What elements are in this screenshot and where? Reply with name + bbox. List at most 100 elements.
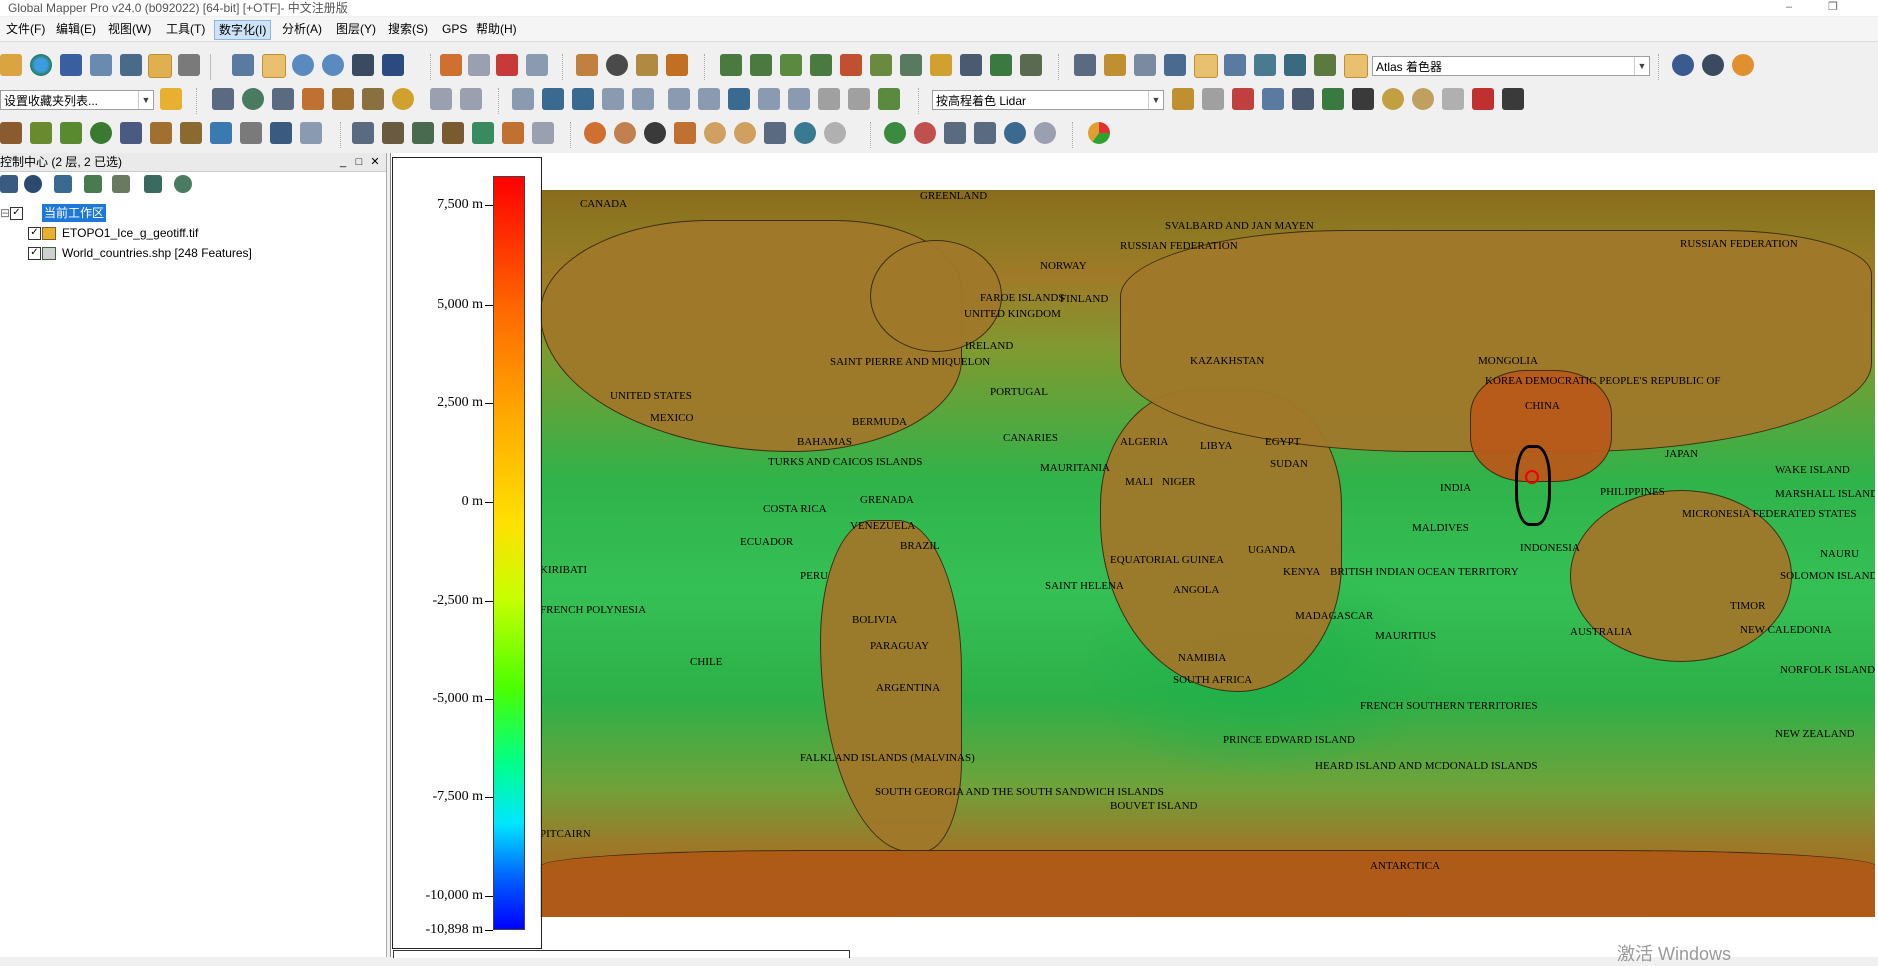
- contour-icon[interactable]: [810, 54, 832, 76]
- brush-icon[interactable]: [532, 122, 554, 144]
- minimize-button[interactable]: –: [1774, 0, 1804, 16]
- mountain-icon[interactable]: [1314, 54, 1336, 76]
- node-icon[interactable]: [572, 88, 594, 110]
- menu-view[interactable]: 视图(W): [104, 20, 155, 38]
- fast-icon[interactable]: [974, 122, 996, 144]
- toolbar-grip[interactable]: [430, 54, 437, 80]
- zoom-in-icon[interactable]: [292, 54, 314, 76]
- shader-toggle-icon[interactable]: [1194, 54, 1218, 78]
- globe-icon[interactable]: [30, 54, 52, 76]
- lidar-bug-icon[interactable]: [1502, 88, 1524, 110]
- target-icon[interactable]: [644, 122, 666, 144]
- moon-icon[interactable]: [1732, 54, 1754, 76]
- lidar-terrain-icon[interactable]: [1442, 88, 1464, 110]
- measure-line-icon[interactable]: [878, 88, 900, 110]
- rotate-icon[interactable]: [542, 88, 564, 110]
- search-icon[interactable]: [0, 175, 18, 193]
- attribute-table-icon[interactable]: [54, 175, 72, 193]
- tree-icon[interactable]: [90, 122, 112, 144]
- chart-icon[interactable]: [990, 54, 1012, 76]
- power-line-icon[interactable]: [180, 122, 202, 144]
- menu-file[interactable]: 文件(F): [2, 20, 49, 38]
- cut-icon[interactable]: [698, 88, 720, 110]
- panel-minimize-button[interactable]: _: [336, 153, 350, 171]
- feature-info-icon[interactable]: [636, 54, 658, 76]
- layer-stack-icon[interactable]: [900, 54, 922, 76]
- layer-options-icon[interactable]: [24, 175, 42, 193]
- info-icon[interactable]: [606, 54, 628, 76]
- gear-icon[interactable]: [1702, 54, 1724, 76]
- pie-chart-icon[interactable]: [1088, 122, 1110, 144]
- terrain-icon[interactable]: [720, 54, 742, 76]
- control-center-icon[interactable]: [148, 54, 172, 78]
- split-line-icon[interactable]: [668, 88, 690, 110]
- crop-icon[interactable]: [848, 88, 870, 110]
- lidar-color-icon[interactable]: [1382, 88, 1404, 110]
- pixel-icon[interactable]: [502, 122, 524, 144]
- digitize-shape-icon[interactable]: [392, 88, 414, 110]
- play-icon[interactable]: [884, 122, 906, 144]
- menu-tools[interactable]: 工具(T): [162, 20, 209, 38]
- digitize-line-icon[interactable]: [212, 88, 234, 110]
- point-cloud-icon[interactable]: [1202, 88, 1224, 110]
- restore-button[interactable]: ❐: [1818, 0, 1848, 16]
- lidar-search-icon[interactable]: [1262, 88, 1284, 110]
- 3d-view-icon[interactable]: [1164, 54, 1186, 76]
- close-layer-icon[interactable]: [174, 175, 192, 193]
- toolbar-grip[interactable]: [570, 122, 577, 148]
- key-icon[interactable]: [270, 122, 292, 144]
- atlas-shader-icon[interactable]: [1344, 54, 1368, 78]
- zoom-to-layer-icon[interactable]: [112, 175, 130, 193]
- panel-maximize-button[interactable]: □: [352, 153, 366, 171]
- track-icon[interactable]: [764, 122, 786, 144]
- toolbar-grip[interactable]: [1072, 122, 1079, 148]
- save-icon[interactable]: [60, 54, 82, 76]
- road-icon[interactable]: [240, 122, 262, 144]
- point-edit-icon[interactable]: [352, 122, 374, 144]
- overview-icon[interactable]: [178, 54, 200, 76]
- move-icon[interactable]: [512, 88, 534, 110]
- edit-icon[interactable]: [526, 54, 548, 76]
- join-icon[interactable]: [728, 88, 750, 110]
- layer-checkbox[interactable]: ✓: [28, 247, 41, 260]
- offset-icon[interactable]: [788, 88, 810, 110]
- toolbar-grip[interactable]: [1658, 54, 1665, 80]
- toolbar-grip[interactable]: [562, 54, 569, 80]
- menu-edit[interactable]: 编辑(E): [52, 20, 100, 38]
- add-track-icon[interactable]: [1004, 122, 1026, 144]
- building-icon[interactable]: [120, 122, 142, 144]
- location-icon[interactable]: [824, 122, 846, 144]
- tree-extract-icon[interactable]: [442, 122, 464, 144]
- zoom-tool-icon[interactable]: [232, 54, 254, 76]
- open-folder-icon[interactable]: [0, 54, 22, 76]
- route-icon[interactable]: [674, 122, 696, 144]
- slow-icon[interactable]: [944, 122, 966, 144]
- workspace-icon[interactable]: [90, 54, 112, 76]
- toolbar-grip[interactable]: [918, 88, 925, 114]
- pole-icon[interactable]: [150, 122, 172, 144]
- building-extract-icon[interactable]: [412, 122, 434, 144]
- menu-gps[interactable]: GPS: [438, 20, 471, 38]
- menu-digitize[interactable]: 数字化(I): [214, 20, 272, 40]
- ruler-icon[interactable]: [576, 54, 598, 76]
- favorites-dropdown[interactable]: 设置收藏夹列表... ▼: [0, 90, 154, 110]
- triangle-icon[interactable]: [1352, 88, 1374, 110]
- workspace-checkbox[interactable]: ✓: [10, 207, 23, 220]
- pin-icon[interactable]: [614, 122, 636, 144]
- watershed-icon[interactable]: [840, 54, 862, 76]
- add-vertex-icon[interactable]: [602, 88, 624, 110]
- frame-icon[interactable]: [1134, 54, 1156, 76]
- menu-layer[interactable]: 图层(Y): [332, 20, 380, 38]
- star-icon[interactable]: [160, 88, 182, 110]
- grid-cell-icon[interactable]: [472, 122, 494, 144]
- back-arrow-icon[interactable]: [352, 54, 374, 76]
- tree-expand-icon[interactable]: ⊟: [0, 204, 10, 222]
- layer-checkbox[interactable]: ✓: [28, 227, 41, 240]
- waypoint-icon[interactable]: [704, 122, 726, 144]
- elevation-map[interactable]: CANADA GREENLAND SVALBARD AND JAN MAYEN …: [540, 190, 1875, 917]
- compass-icon[interactable]: [794, 122, 816, 144]
- image-icon[interactable]: [930, 54, 952, 76]
- lidar-layers-icon[interactable]: [1472, 88, 1494, 110]
- stop-icon[interactable]: [914, 122, 936, 144]
- toolbar-grip[interactable]: [870, 122, 877, 148]
